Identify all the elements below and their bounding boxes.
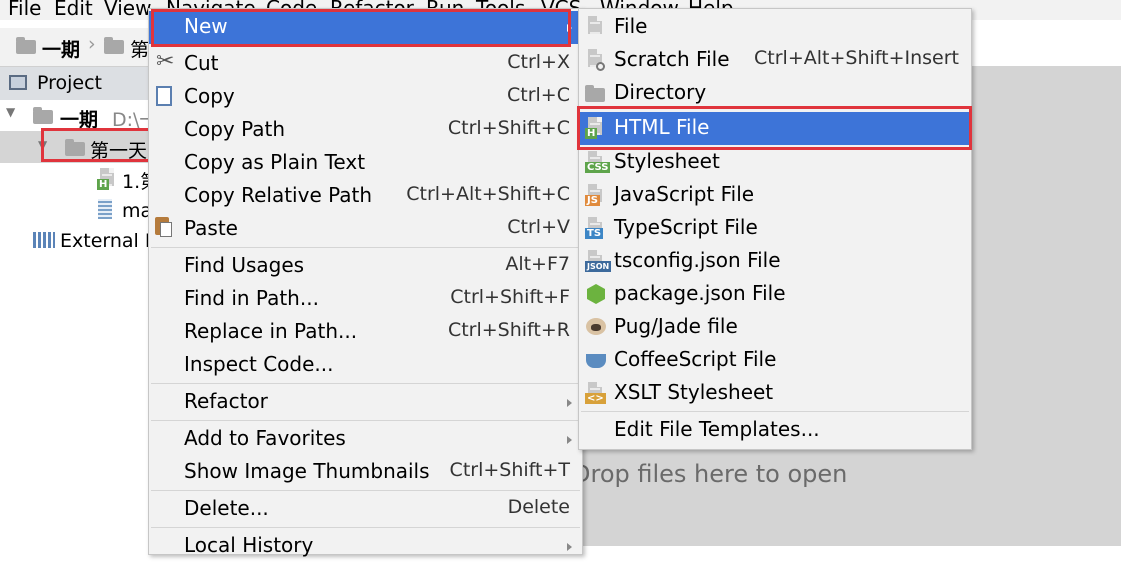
- expand-arrow-icon[interactable]: ▼: [6, 105, 15, 119]
- highlight-box: [151, 9, 571, 47]
- project-panel-title: Project: [37, 72, 103, 94]
- breadcrumb-separator-icon: ›: [88, 33, 96, 55]
- nodejs-icon: [587, 284, 605, 304]
- submenu-item-file[interactable]: File: [579, 11, 971, 44]
- submenu-item-xslt-stylesheet[interactable]: <> XSLT Stylesheet: [579, 377, 971, 410]
- submenu-item-scratch-file[interactable]: Scratch File Ctrl+Alt+Shift+Insert: [579, 44, 971, 77]
- menu-separator: [151, 490, 580, 491]
- tree-external-libraries[interactable]: External L: [60, 230, 155, 252]
- submenu-item-coffeescript[interactable]: CoffeeScript File: [579, 344, 971, 377]
- project-tree: ▼ 一期 D:\一 ▼ 第一天 H 1.第 ma External L: [0, 100, 159, 546]
- folder-icon: [104, 37, 124, 54]
- menu-item-copy[interactable]: Copy Ctrl+C: [149, 81, 582, 114]
- context-menu: New ✂ Cut Ctrl+X Copy Ctrl+C Copy Path C…: [148, 8, 583, 557]
- library-icon: [33, 232, 55, 248]
- paste-icon: [155, 217, 172, 237]
- coffee-cup-icon: [586, 354, 606, 368]
- typescript-file-icon: TS: [585, 217, 605, 239]
- submenu-item-typescript-file[interactable]: TS TypeScript File: [579, 212, 971, 245]
- submenu-item-stylesheet[interactable]: CSS Stylesheet: [579, 146, 971, 179]
- new-submenu: File Scratch File Ctrl+Alt+Shift+Insert …: [577, 8, 972, 450]
- navigation-bar: 一期 › 第: [0, 28, 150, 67]
- submenu-arrow-icon: [567, 543, 572, 551]
- submenu-item-pug-jade[interactable]: Pug/Jade file: [579, 311, 971, 344]
- menu-item-replace-in-path[interactable]: Replace in Path... Ctrl+Shift+R: [149, 316, 582, 349]
- menu-separator: [151, 383, 580, 384]
- json-file-icon: JSON: [585, 250, 612, 272]
- highlight-box: [577, 106, 972, 150]
- folder-icon: [33, 107, 53, 124]
- highlight-box: [41, 128, 152, 162]
- submenu-arrow-icon: [567, 436, 572, 444]
- menu-separator: [581, 411, 969, 412]
- menu-item-refactor[interactable]: Refactor: [149, 386, 582, 419]
- javascript-file-icon: JS: [585, 184, 605, 206]
- menu-item-delete[interactable]: Delete... Delete: [149, 493, 582, 526]
- menu-edit[interactable]: Edit: [54, 0, 93, 20]
- xslt-file-icon: <>: [585, 382, 606, 404]
- submenu-item-edit-file-templates[interactable]: Edit File Templates...: [579, 414, 971, 447]
- submenu-item-tsconfig-json[interactable]: JSON tsconfig.json File: [579, 245, 971, 278]
- menu-item-copy-path[interactable]: Copy Path Ctrl+Shift+C: [149, 114, 582, 147]
- folder-icon: [16, 37, 36, 54]
- submenu-arrow-icon: [567, 399, 572, 407]
- menu-item-find-in-path[interactable]: Find in Path... Ctrl+Shift+F: [149, 283, 582, 316]
- scratch-file-icon: [585, 49, 605, 71]
- menu-item-add-to-favorites[interactable]: Add to Favorites: [149, 423, 582, 456]
- menu-item-show-image-thumbnails[interactable]: Show Image Thumbnails Ctrl+Shift+T: [149, 456, 582, 489]
- menu-view[interactable]: View: [104, 0, 151, 20]
- project-panel-header[interactable]: Project: [0, 67, 150, 100]
- breadcrumb-folder[interactable]: 第: [130, 35, 149, 62]
- menu-separator: [151, 247, 580, 248]
- archive-file-icon: [98, 199, 112, 219]
- folder-icon: [585, 85, 605, 102]
- menu-item-copy-plain-text[interactable]: Copy as Plain Text: [149, 147, 582, 180]
- scissors-icon: ✂: [156, 49, 175, 74]
- editor-drop-hint: Drop files here to open: [572, 460, 848, 488]
- menu-item-cut[interactable]: ✂ Cut Ctrl+X: [149, 48, 582, 81]
- html-file-icon: H: [97, 168, 117, 190]
- submenu-item-javascript-file[interactable]: JS JavaScript File: [579, 179, 971, 212]
- file-icon: [585, 16, 605, 38]
- submenu-item-package-json[interactable]: package.json File: [579, 278, 971, 311]
- menu-item-inspect-code[interactable]: Inspect Code...: [149, 349, 582, 382]
- pug-icon: [586, 318, 606, 335]
- copy-icon: [156, 86, 172, 106]
- menu-separator: [151, 527, 580, 528]
- menu-item-find-usages[interactable]: Find Usages Alt+F7: [149, 250, 582, 283]
- breadcrumb-root[interactable]: 一期: [42, 35, 80, 62]
- project-icon: [9, 75, 27, 90]
- menu-file[interactable]: File: [8, 0, 41, 20]
- menu-item-local-history[interactable]: Local History: [149, 530, 582, 563]
- menu-item-copy-relative-path[interactable]: Copy Relative Path Ctrl+Alt+Shift+C: [149, 180, 582, 213]
- menu-separator: [151, 420, 580, 421]
- css-file-icon: CSS: [585, 151, 611, 173]
- menu-item-paste[interactable]: Paste Ctrl+V: [149, 213, 582, 246]
